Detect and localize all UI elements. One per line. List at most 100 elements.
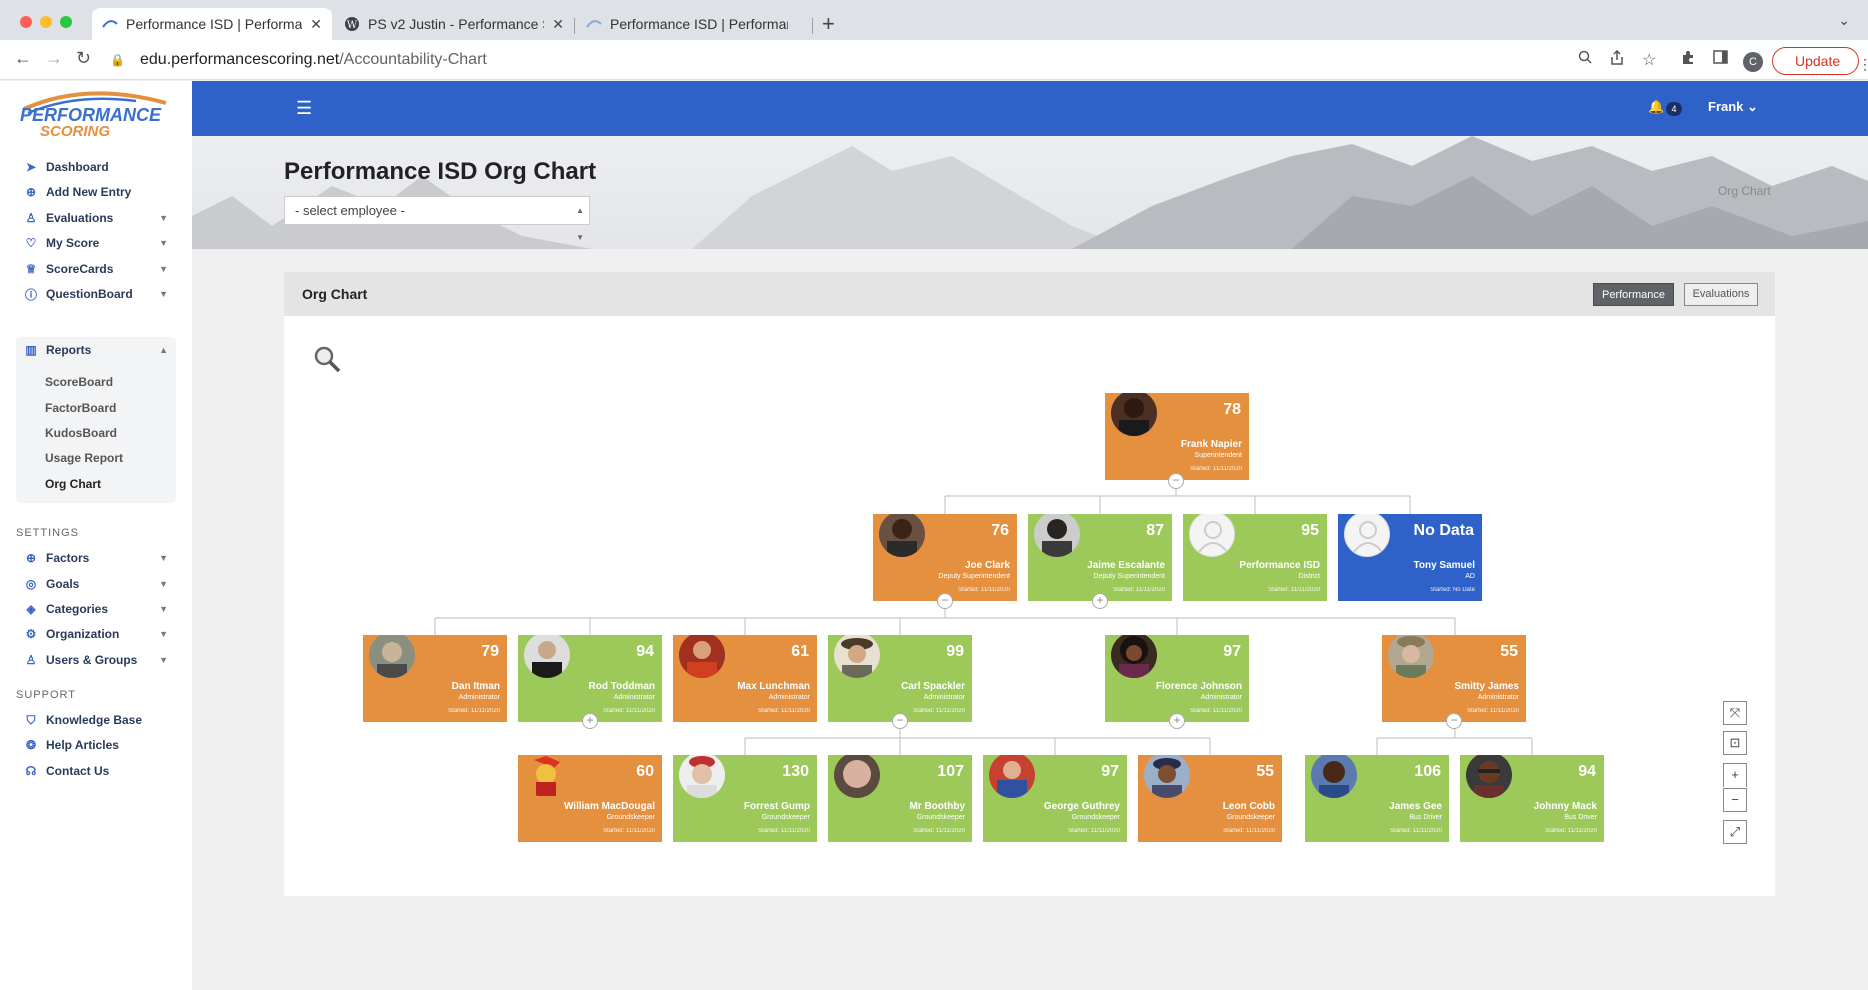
node-score: 107 bbox=[937, 763, 964, 780]
node-score: 79 bbox=[481, 643, 499, 660]
collapse-toggle[interactable]: − bbox=[937, 593, 953, 609]
node-started: Started: 11/11/2020 bbox=[1068, 828, 1120, 834]
node-role: Administrator bbox=[613, 694, 655, 701]
node-score: 94 bbox=[636, 643, 654, 660]
node-score: 97 bbox=[1101, 763, 1119, 780]
node-started: Started: 11/11/2020 bbox=[1545, 828, 1597, 834]
zoom-in-button[interactable]: + bbox=[1723, 763, 1747, 787]
expand-toggle[interactable]: + bbox=[582, 713, 598, 729]
node-name: Performance ISD bbox=[1239, 560, 1320, 571]
node-score: 99 bbox=[946, 643, 964, 660]
fullscreen-icon[interactable]: ⤢ bbox=[1723, 820, 1747, 844]
org-node-dan-itman[interactable]: 79 Dan Itman Administrator Started: 11/1… bbox=[363, 635, 507, 722]
node-name: Forrest Gump bbox=[743, 801, 810, 812]
node-score: 76 bbox=[991, 522, 1009, 539]
zoom-out-button[interactable]: − bbox=[1723, 788, 1747, 812]
node-name: Frank Napier bbox=[1180, 439, 1242, 450]
avatar bbox=[679, 755, 725, 798]
node-started: Started: 11/11/2020 bbox=[1190, 708, 1242, 714]
org-node-max-lunchman[interactable]: 61 Max Lunchman Administrator Started: 1… bbox=[673, 635, 817, 722]
node-role: Deputy Superintendent bbox=[938, 573, 1010, 580]
node-name: James Gee bbox=[1389, 801, 1442, 812]
fit-to-screen-icon[interactable]: ⤧ bbox=[1723, 701, 1747, 725]
org-node-mr-boothby[interactable]: 107 Mr Boothby Groundskeeper Started: 11… bbox=[828, 755, 972, 842]
node-role: Administrator bbox=[768, 694, 810, 701]
expand-toggle[interactable]: + bbox=[1092, 593, 1108, 609]
node-role: Bus Driver bbox=[1564, 814, 1597, 821]
node-name: Florence Johnson bbox=[1155, 681, 1242, 692]
node-score: No Data bbox=[1413, 522, 1474, 539]
user-placeholder-icon bbox=[1189, 514, 1235, 557]
node-started: Started: 11/11/2020 bbox=[958, 587, 1010, 593]
node-role: Groundskeeper bbox=[761, 814, 810, 821]
org-node-george-guthrey[interactable]: 97 George Guthrey Groundskeeper Started:… bbox=[983, 755, 1127, 842]
node-role: Groundskeeper bbox=[916, 814, 965, 821]
node-name: William MacDougal bbox=[563, 801, 655, 812]
org-node-rod-toddman[interactable]: 94 Rod Toddman Administrator Started: 11… bbox=[518, 635, 662, 722]
node-role: Superintendent bbox=[1194, 452, 1242, 459]
org-node-forrest-gump[interactable]: 130 Forrest Gump Groundskeeper Started: … bbox=[673, 755, 817, 842]
avatar bbox=[834, 635, 880, 678]
org-node-performance-isd[interactable]: 95 Performance ISD District Started: 11/… bbox=[1183, 514, 1327, 601]
node-score: 95 bbox=[1301, 522, 1319, 539]
org-node-jaime-escalante[interactable]: 87 Jaime Escalante Deputy Superintendent… bbox=[1028, 514, 1172, 601]
avatar bbox=[679, 635, 725, 678]
node-score: 55 bbox=[1500, 643, 1518, 660]
node-started: Started: 11/11/2020 bbox=[1467, 708, 1519, 714]
org-node-frank-napier[interactable]: 78 Frank Napier Superintendent Started: … bbox=[1105, 393, 1249, 480]
node-name: Jaime Escalante bbox=[1087, 560, 1165, 571]
node-started: Started: 11/11/2020 bbox=[913, 708, 965, 714]
org-node-joe-clark[interactable]: 76 Joe Clark Deputy Superintendent Start… bbox=[873, 514, 1017, 601]
node-role: Administrator bbox=[1477, 694, 1519, 701]
node-score: 130 bbox=[782, 763, 809, 780]
node-started: Started: 11/11/2020 bbox=[1268, 587, 1320, 593]
org-node-tony-samuel[interactable]: No Data Tony Samuel AD Started: No Date bbox=[1338, 514, 1482, 601]
node-started: Started: 11/11/2020 bbox=[1223, 828, 1275, 834]
node-name: Mr Boothby bbox=[909, 801, 965, 812]
node-name: Joe Clark bbox=[964, 560, 1010, 571]
avatar bbox=[1466, 755, 1512, 798]
node-score: 97 bbox=[1223, 643, 1241, 660]
org-node-james-gee[interactable]: 106 James Gee Bus Driver Started: 11/11/… bbox=[1305, 755, 1449, 842]
node-score: 61 bbox=[791, 643, 809, 660]
avatar bbox=[524, 635, 570, 678]
node-role: Administrator bbox=[458, 694, 500, 701]
org-node-johnny-mack[interactable]: 94 Johnny Mack Bus Driver Started: 11/11… bbox=[1460, 755, 1604, 842]
expand-toggle[interactable]: + bbox=[1169, 713, 1185, 729]
node-name: Carl Spackler bbox=[901, 681, 965, 692]
avatar bbox=[834, 755, 880, 798]
avatar bbox=[989, 755, 1035, 798]
node-name: Smitty James bbox=[1454, 681, 1519, 692]
node-started: Started: 11/11/2020 bbox=[913, 828, 965, 834]
node-name: George Guthrey bbox=[1043, 801, 1120, 812]
node-role: AD bbox=[1465, 573, 1475, 580]
node-name: Dan Itman bbox=[451, 681, 500, 692]
node-score: 55 bbox=[1256, 763, 1274, 780]
node-role: Groundskeeper bbox=[1226, 814, 1275, 821]
node-score: 106 bbox=[1414, 763, 1441, 780]
node-started: Started: No Date bbox=[1430, 587, 1475, 593]
collapse-toggle[interactable]: − bbox=[1168, 473, 1184, 489]
node-started: Started: 11/11/2020 bbox=[758, 828, 810, 834]
node-started: Started: 11/11/2020 bbox=[1390, 828, 1442, 834]
node-role: Deputy Superintendent bbox=[1093, 573, 1165, 580]
node-score: 78 bbox=[1223, 401, 1241, 418]
node-name: Johnny Mack bbox=[1533, 801, 1597, 812]
org-node-smitty-james[interactable]: 55 Smitty James Administrator Started: 1… bbox=[1382, 635, 1526, 722]
node-score: 87 bbox=[1146, 522, 1164, 539]
org-node-william-macdougal[interactable]: 60 William MacDougal Groundskeeper Start… bbox=[518, 755, 662, 842]
collapse-toggle[interactable]: − bbox=[1446, 713, 1462, 729]
collapse-toggle[interactable]: − bbox=[892, 713, 908, 729]
node-role: Bus Driver bbox=[1409, 814, 1442, 821]
node-name: Max Lunchman bbox=[737, 681, 810, 692]
node-role: Administrator bbox=[1200, 694, 1242, 701]
avatar bbox=[879, 514, 925, 557]
avatar bbox=[524, 755, 570, 798]
org-node-carl-spackler[interactable]: 99 Carl Spackler Administrator Started: … bbox=[828, 635, 972, 722]
center-focus-icon[interactable]: ⊡ bbox=[1723, 731, 1747, 755]
node-role: Groundskeeper bbox=[1071, 814, 1120, 821]
node-name: Tony Samuel bbox=[1413, 560, 1476, 571]
node-started: Started: 11/11/2020 bbox=[603, 708, 655, 714]
org-node-florence-johnson[interactable]: 97 Florence Johnson Administrator Starte… bbox=[1105, 635, 1249, 722]
org-node-leon-cobb[interactable]: 55 Leon Cobb Groundskeeper Started: 11/1… bbox=[1138, 755, 1282, 842]
